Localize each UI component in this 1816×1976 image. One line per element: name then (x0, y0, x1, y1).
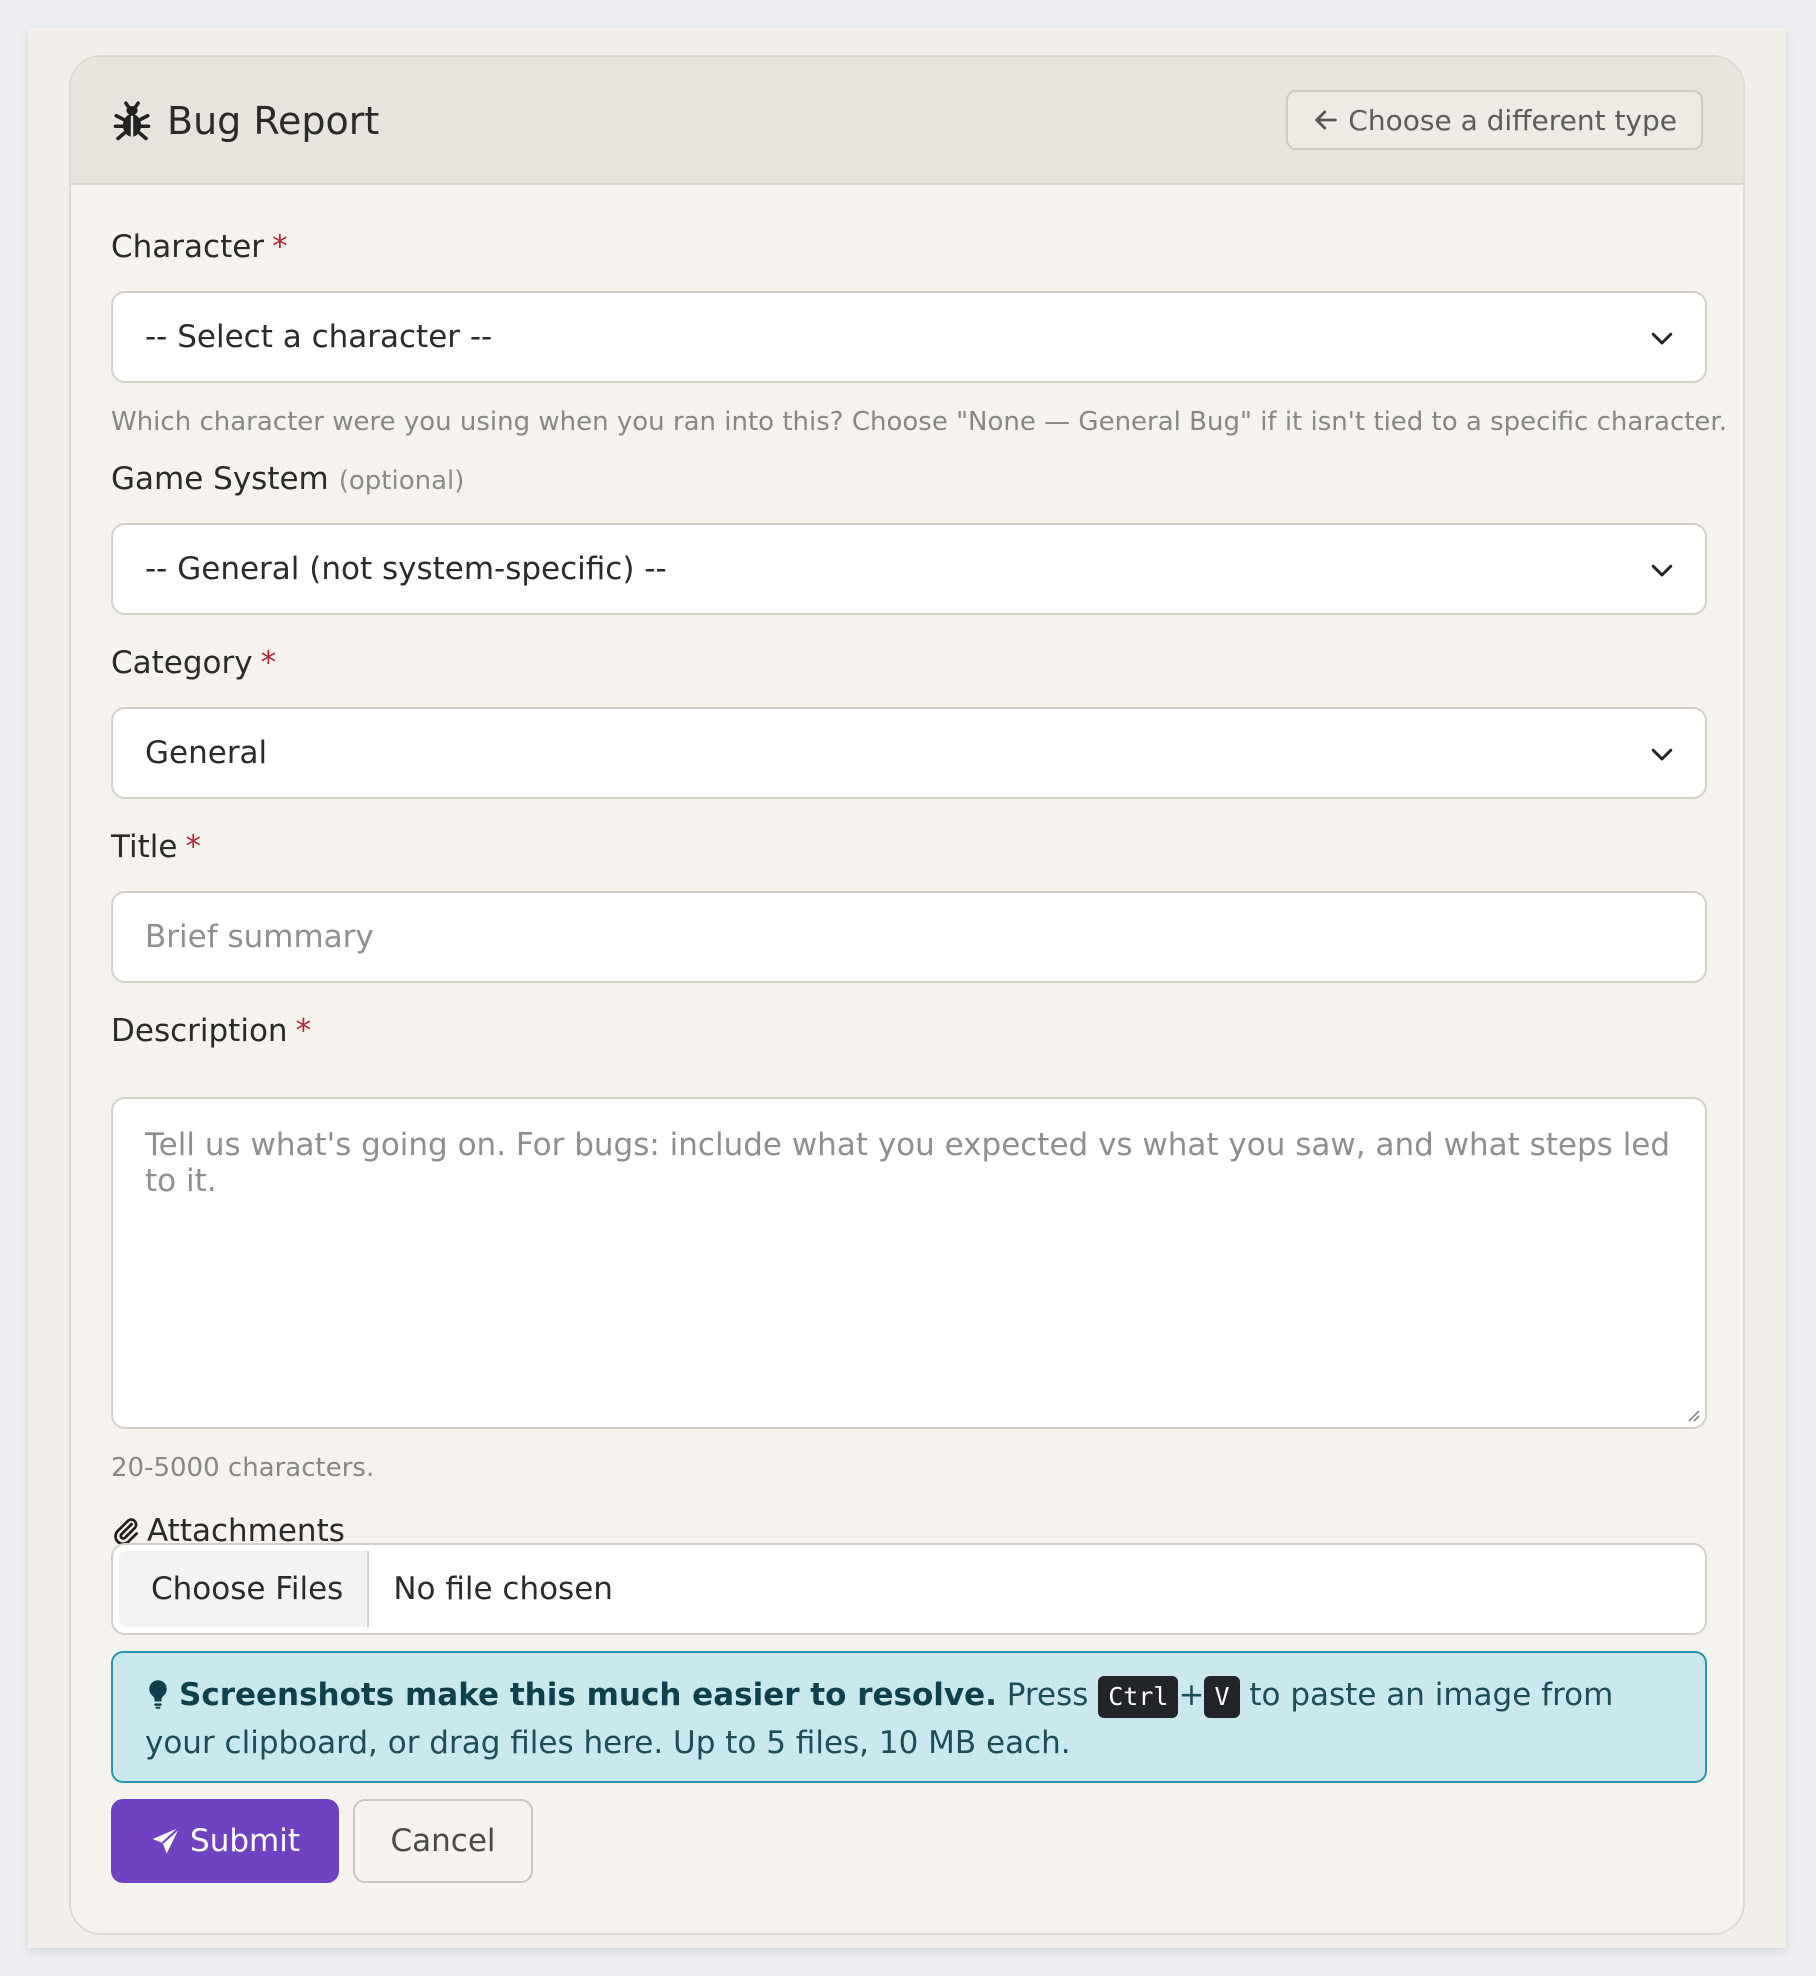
game-system-label: Game System (optional) (111, 461, 464, 497)
chevron-down-icon (1651, 332, 1673, 345)
required-mark: * (185, 829, 201, 865)
character-label: Character * (111, 229, 288, 265)
lightbulb-icon (149, 1680, 167, 1709)
arrow-left-icon (1315, 110, 1338, 130)
description-label-text: Description (111, 1013, 288, 1049)
tip-press-text: Press (1006, 1677, 1089, 1713)
file-status: No file chosen (393, 1571, 613, 1607)
game-system-select-value: -- General (not system-specific) -- (145, 551, 667, 587)
cancel-button[interactable]: Cancel (353, 1799, 533, 1883)
title-label-text: Title (111, 829, 178, 865)
description-placeholder: Tell us what's going on. For bugs: inclu… (145, 1127, 1671, 1199)
title-label: Title * (111, 829, 201, 865)
submit-label: Submit (190, 1823, 300, 1859)
character-select[interactable]: -- Select a character -- (111, 291, 1707, 383)
chevron-down-icon (1651, 564, 1673, 577)
category-select-value: General (145, 735, 268, 771)
screenshot-tip-alert[interactable]: Screenshots make this much easier to res… (111, 1651, 1707, 1783)
choose-different-type-button[interactable]: Choose a different type (1286, 90, 1703, 150)
attachments-file-input[interactable]: Choose Files No file chosen (111, 1543, 1707, 1635)
resize-grip-icon[interactable] (1685, 1407, 1701, 1423)
character-select-value: -- Select a character -- (145, 319, 493, 355)
tip-strong-text: Screenshots make this much easier to res… (179, 1677, 997, 1713)
title-input[interactable]: Brief summary (111, 891, 1707, 983)
character-help: Which character were you using when you … (111, 407, 1727, 437)
send-icon (152, 1826, 181, 1854)
page-title: Bug Report (111, 57, 379, 185)
bug-icon (113, 101, 151, 141)
required-mark: * (260, 645, 277, 681)
paperclip-icon (114, 1518, 138, 1546)
optional-note: (optional) (338, 466, 465, 496)
required-mark: * (272, 229, 288, 265)
game-system-select[interactable]: -- General (not system-specific) -- (111, 523, 1707, 615)
description-textarea[interactable]: Tell us what's going on. For bugs: inclu… (111, 1097, 1707, 1429)
category-label: Category * (111, 645, 276, 681)
description-label: Description * (111, 1013, 311, 1049)
category-label-text: Category (111, 645, 253, 681)
title-placeholder: Brief summary (145, 919, 374, 955)
character-label-text: Character (111, 229, 265, 265)
choose-files-button[interactable]: Choose Files (119, 1551, 370, 1627)
description-help: 20-5000 characters. (111, 1453, 375, 1483)
card-header: Bug Report Choose a different type (71, 57, 1743, 185)
kbd-plus: + (1178, 1677, 1205, 1713)
category-select[interactable]: General (111, 707, 1707, 799)
page: Bug Report Choose a different type Chara… (28, 28, 1786, 1948)
bug-report-card: Bug Report Choose a different type Chara… (69, 55, 1745, 1935)
kbd-ctrl: Ctrl (1098, 1676, 1179, 1718)
page-title-text: Bug Report (167, 99, 380, 143)
required-mark: * (295, 1013, 312, 1049)
choose-different-type-label: Choose a different type (1348, 103, 1677, 137)
game-system-label-text: Game System (111, 461, 329, 497)
chevron-down-icon (1651, 748, 1673, 761)
submit-button[interactable]: Submit (111, 1799, 339, 1883)
kbd-v: V (1204, 1676, 1240, 1718)
